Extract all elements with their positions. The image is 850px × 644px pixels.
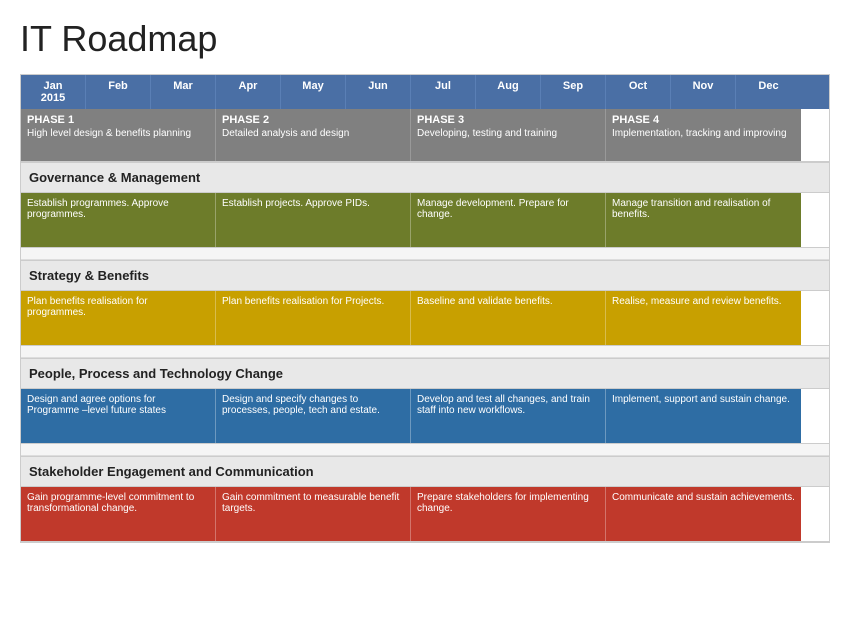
- people-task-3: Develop and test all changes, and train …: [411, 389, 606, 443]
- people-task-2: Design and specify changes to processes,…: [216, 389, 411, 443]
- header-aug: Aug: [476, 75, 541, 109]
- stake-task-3: Prepare stakeholders for implementing ch…: [411, 487, 606, 541]
- people-task-row: Design and agree options for Programme –…: [21, 389, 829, 444]
- phase-1-title: PHASE 1: [27, 114, 209, 126]
- strat-task-2: Plan benefits realisation for Projects.: [216, 291, 411, 345]
- header-may: May: [281, 75, 346, 109]
- gov-task-4: Manage transition and realisation of ben…: [606, 193, 801, 247]
- phase-4-cell: PHASE 4 Implementation, tracking and imp…: [606, 109, 801, 161]
- governance-task-row: Establish programmes. Approve programmes…: [21, 193, 829, 248]
- phase-2-title: PHASE 2: [222, 114, 404, 126]
- header-feb: Feb: [86, 75, 151, 109]
- section-governance-header: Governance & Management: [21, 162, 829, 193]
- roadmap-grid: Jan2015 Feb Mar Apr May Jun Jul Aug Sep …: [20, 74, 830, 543]
- header-jul: Jul: [411, 75, 476, 109]
- spacer-2: [21, 346, 829, 358]
- phase-4-title: PHASE 4: [612, 114, 795, 126]
- header-nov: Nov: [671, 75, 736, 109]
- phase-1-desc: High level design & benefits planning: [27, 128, 209, 139]
- header-oct: Oct: [606, 75, 671, 109]
- section-people-header: People, Process and Technology Change: [21, 358, 829, 389]
- phase-1-cell: PHASE 1 High level design & benefits pla…: [21, 109, 216, 161]
- people-task-4: Implement, support and sustain change.: [606, 389, 801, 443]
- header-mar: Mar: [151, 75, 216, 109]
- strat-task-4: Realise, measure and review benefits.: [606, 291, 801, 345]
- strat-task-3: Baseline and validate benefits.: [411, 291, 606, 345]
- phase-4-desc: Implementation, tracking and improving: [612, 128, 795, 139]
- stake-task-1: Gain programme-level commitment to trans…: [21, 487, 216, 541]
- page-title: IT Roadmap: [20, 18, 830, 60]
- header-apr: Apr: [216, 75, 281, 109]
- gov-task-3: Manage development. Prepare for change.: [411, 193, 606, 247]
- phase-3-cell: PHASE 3 Developing, testing and training: [411, 109, 606, 161]
- section-stakeholder-header: Stakeholder Engagement and Communication: [21, 456, 829, 487]
- stake-task-4: Communicate and sustain achievements.: [606, 487, 801, 541]
- phase-2-desc: Detailed analysis and design: [222, 128, 404, 139]
- header-row: Jan2015 Feb Mar Apr May Jun Jul Aug Sep …: [21, 75, 829, 109]
- stakeholder-task-row: Gain programme-level commitment to trans…: [21, 487, 829, 542]
- spacer-3: [21, 444, 829, 456]
- phase-3-desc: Developing, testing and training: [417, 128, 599, 139]
- header-sep: Sep: [541, 75, 606, 109]
- header-jan: Jan2015: [21, 75, 86, 109]
- stake-task-2: Gain commitment to measurable benefit ta…: [216, 487, 411, 541]
- gov-task-1: Establish programmes. Approve programmes…: [21, 193, 216, 247]
- phase-3-title: PHASE 3: [417, 114, 599, 126]
- phase-row: PHASE 1 High level design & benefits pla…: [21, 109, 829, 162]
- spacer-1: [21, 248, 829, 260]
- phase-2-cell: PHASE 2 Detailed analysis and design: [216, 109, 411, 161]
- header-dec: Dec: [736, 75, 801, 109]
- section-strategy-header: Strategy & Benefits: [21, 260, 829, 291]
- strat-task-1: Plan benefits realisation for programmes…: [21, 291, 216, 345]
- gov-task-2: Establish projects. Approve PIDs.: [216, 193, 411, 247]
- header-jun: Jun: [346, 75, 411, 109]
- people-task-1: Design and agree options for Programme –…: [21, 389, 216, 443]
- strategy-task-row: Plan benefits realisation for programmes…: [21, 291, 829, 346]
